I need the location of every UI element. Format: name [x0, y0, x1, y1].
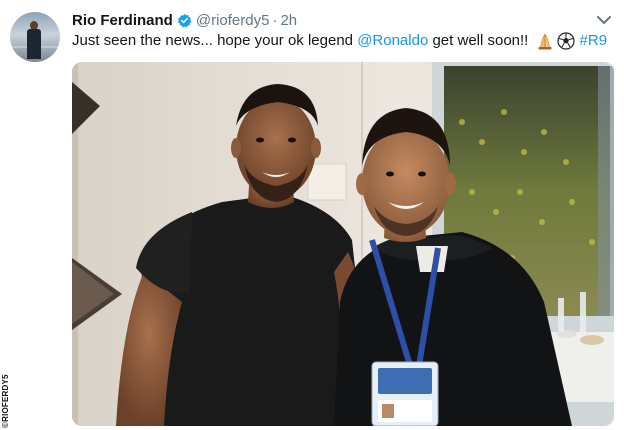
- tweet-text-part: get well soon!!: [428, 32, 533, 49]
- header-separator: ·: [272, 11, 278, 29]
- photo-watermark: ©RIOFERDY5: [1, 374, 10, 428]
- tweet-timestamp[interactable]: 2h: [280, 12, 297, 29]
- soccer-ball-emoji-icon: [556, 32, 575, 50]
- tweet-text: Just seen the news... hope your ok legen…: [72, 32, 607, 50]
- praying-hands-emoji-icon: [538, 33, 552, 50]
- author-name[interactable]: Rio Ferdinand: [72, 12, 173, 29]
- tweet-text-part: Just seen the news... hope your ok legen…: [72, 32, 358, 49]
- author-handle[interactable]: @rioferdy5: [196, 12, 270, 29]
- avatar-figure: [27, 21, 41, 59]
- two-men-smiling-photo: [72, 62, 614, 426]
- tweet-header: Rio Ferdinand @rioferdy5 · 2h: [72, 10, 297, 30]
- chevron-down-icon[interactable]: [596, 14, 612, 26]
- hashtag-link[interactable]: #R9: [580, 32, 608, 50]
- author-avatar[interactable]: [10, 12, 60, 62]
- tweet-photo[interactable]: [72, 62, 614, 426]
- verified-badge-icon: [177, 13, 192, 27]
- mention-link[interactable]: @Ronaldo: [357, 32, 428, 50]
